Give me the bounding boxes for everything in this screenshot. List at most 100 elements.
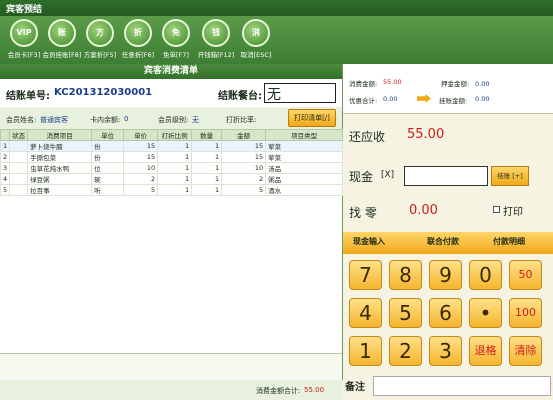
table-row[interactable]: 2 手撕包菜 份 15 1 1 15 荤菜 <box>0 151 343 163</box>
col-type: 项目类型 <box>265 129 343 141</box>
member-name: 普通宾客 <box>40 116 68 124</box>
row-index: 4 <box>0 173 11 185</box>
key-7[interactable]: 6 <box>429 298 462 328</box>
bill-no: KC201312030001 <box>54 87 153 98</box>
items-table: 状态 消费项目 单位 单价 打折比例 数量 金额 项目类型 1 萝卜烧牛腩 份 … <box>0 129 343 196</box>
print-list-button[interactable]: 打印清单[/] <box>288 109 336 127</box>
consume-value: 55.00 <box>383 78 402 86</box>
col-item: 消费项目 <box>27 129 93 141</box>
table-label: 结账餐台: <box>218 91 262 102</box>
cash-shortcut: [X] <box>381 170 395 180</box>
row-discount: 1 <box>157 184 193 196</box>
deposit-value: 0.00 <box>475 80 490 88</box>
key-3[interactable]: 0 <box>469 260 502 290</box>
cancel-button[interactable]: 消取消[ESC] <box>236 19 276 63</box>
row-status <box>9 140 29 152</box>
row-price: 10 <box>123 162 159 174</box>
row-discount: 1 <box>157 173 193 185</box>
table-field[interactable]: 无 <box>264 83 336 103</box>
key-9[interactable]: 100 <box>509 298 542 328</box>
print-label: 打印 <box>503 207 523 218</box>
row-price: 15 <box>123 151 159 163</box>
row-price: 5 <box>123 184 159 196</box>
print-checkbox[interactable] <box>493 206 500 213</box>
row-qty: 1 <box>191 140 223 152</box>
key-8[interactable]: • <box>469 298 502 328</box>
tab-cash-input[interactable]: 现金输入 <box>353 236 385 247</box>
change-value: 0.00 <box>409 203 438 218</box>
row-status <box>9 151 29 163</box>
row-unit: 份 <box>91 140 125 152</box>
row-qty: 1 <box>191 162 223 174</box>
row-status <box>9 184 29 196</box>
key-1[interactable]: 8 <box>389 260 422 290</box>
card-balance-label: 卡内余额: <box>90 116 121 124</box>
col-unit: 单位 <box>91 129 125 141</box>
row-unit: 碗 <box>91 173 125 185</box>
table-row[interactable]: 1 萝卜烧牛腩 份 15 1 1 15 荤菜 <box>0 140 343 152</box>
row-status <box>9 173 29 185</box>
row-price: 2 <box>123 173 159 185</box>
col-index <box>0 129 11 141</box>
row-item: 绿豆粥 <box>27 173 93 185</box>
discount-rate-label: 打折比率: <box>226 116 257 124</box>
vip-card-button[interactable]: VIP 会员卡[F3] <box>4 19 44 63</box>
member-account-icon: 账 <box>48 19 76 47</box>
key-4[interactable]: 50 <box>509 260 542 290</box>
row-item: 萝卜烧牛腩 <box>27 140 93 152</box>
row-qty: 1 <box>191 151 223 163</box>
table-row[interactable]: 4 绿豆粥 碗 2 1 1 2 粥品 <box>0 173 343 185</box>
toolbar: VIP 会员卡[F3] 账会员挂账[F8] 方方案折[F5] 折任意折[F6] 免… <box>0 16 553 64</box>
key-14[interactable]: 清除 <box>509 336 542 366</box>
row-discount: 1 <box>157 151 193 163</box>
row-amount: 5 <box>221 184 267 196</box>
settle-button[interactable]: 结账 [+] <box>491 166 529 186</box>
free-order-button[interactable]: 免免单[F7] <box>156 19 196 63</box>
custom-discount-button[interactable]: 折任意折[F6] <box>118 19 158 63</box>
row-discount: 1 <box>157 162 193 174</box>
custom-discount-label: 任意折[F6] <box>121 51 155 59</box>
member-account-button[interactable]: 账会员挂账[F8] <box>42 19 82 63</box>
deposit-label: 押金金额: <box>441 80 470 88</box>
key-0[interactable]: 7 <box>349 260 382 290</box>
row-index: 3 <box>0 162 11 174</box>
row-price: 15 <box>123 140 159 152</box>
consume-label: 消费金额: <box>349 80 378 88</box>
row-qty: 1 <box>191 184 223 196</box>
total-value: 55.00 <box>304 386 325 394</box>
col-status: 状态 <box>9 129 29 141</box>
key-10[interactable]: 1 <box>349 336 382 366</box>
cash-drawer-button[interactable]: 钱开钱箱[F12] <box>196 19 236 63</box>
row-amount: 10 <box>221 162 267 174</box>
cancel-label: 取消[ESC] <box>240 51 272 59</box>
key-6[interactable]: 5 <box>389 298 422 328</box>
key-11[interactable]: 2 <box>389 336 422 366</box>
scheme-discount-label: 方案折[F5] <box>83 51 117 59</box>
consumption-list-panel: 宾客消费清单 结账单号: KC201312030001 结账餐台: 无 会员姓名… <box>0 64 343 400</box>
scheme-discount-button[interactable]: 方方案折[F5] <box>80 19 120 63</box>
row-status <box>9 162 29 174</box>
row-type: 荤菜 <box>265 151 343 163</box>
row-qty: 1 <box>191 173 223 185</box>
key-5[interactable]: 4 <box>349 298 382 328</box>
remark-input[interactable] <box>373 376 551 396</box>
key-2[interactable]: 9 <box>429 260 462 290</box>
amount-summary: 消费金额: 55.00 押金金额: 0.00 优惠合计: 0.00 挂账金额: … <box>343 64 553 114</box>
cash-input[interactable] <box>404 166 488 186</box>
table-row[interactable]: 3 虫草花炖水鸭 位 10 1 1 10 汤品 <box>0 162 343 174</box>
row-item: 手撕包菜 <box>27 151 93 163</box>
table-row[interactable]: 5 拉百事 听 5 1 1 5 酒水 <box>0 184 343 196</box>
key-13[interactable]: 退格 <box>469 336 502 366</box>
row-type: 粥品 <box>265 173 343 185</box>
free-order-label: 免单[F7] <box>163 51 189 59</box>
arrow-right-icon <box>417 94 431 103</box>
col-amount: 金额 <box>221 129 267 141</box>
vip-card-icon: VIP <box>10 19 38 47</box>
tab-payment-detail[interactable]: 付款明细 <box>493 236 525 247</box>
tab-joint-payment[interactable]: 联合付款 <box>427 236 459 247</box>
key-12[interactable]: 3 <box>429 336 462 366</box>
member-account-label: 会员挂账[F8] <box>42 51 82 59</box>
discount-total-label: 优惠合计: <box>349 97 378 105</box>
col-discount: 打折比例 <box>157 129 193 141</box>
cancel-icon: 消 <box>242 19 270 47</box>
